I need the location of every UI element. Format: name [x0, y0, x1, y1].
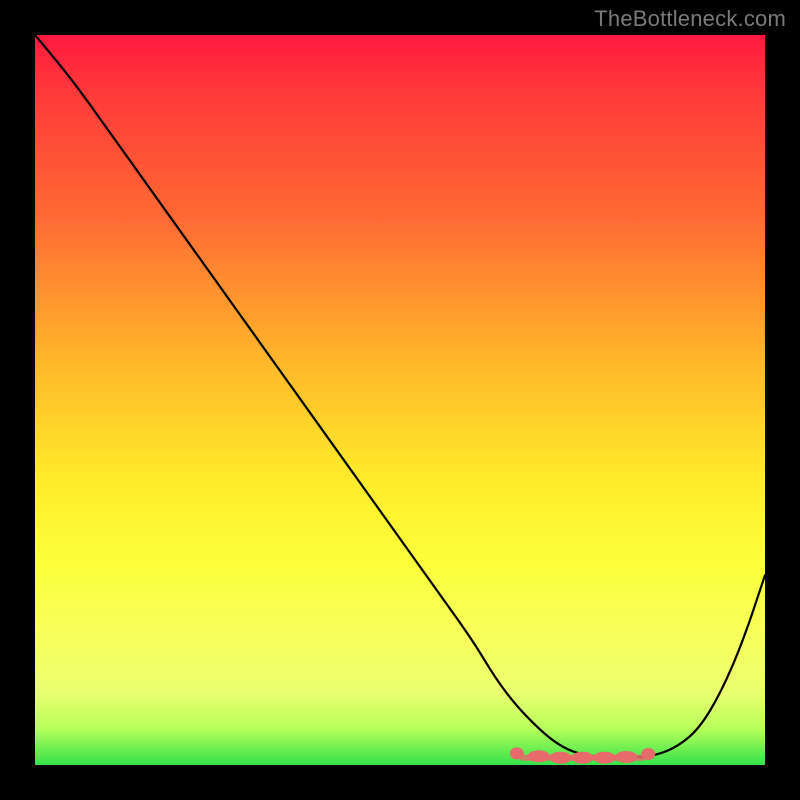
bottleneck-curve-line	[35, 35, 765, 758]
marker-dot	[593, 752, 615, 764]
optimal-range-markers	[510, 747, 655, 763]
marker-dot	[528, 750, 550, 762]
marker-dot	[510, 747, 524, 759]
plot-area	[35, 35, 765, 765]
marker-dot	[641, 748, 655, 760]
chart-svg	[35, 35, 765, 765]
marker-dot	[550, 752, 572, 764]
marker-dot	[572, 752, 594, 764]
chart-frame: TheBottleneck.com	[0, 0, 800, 800]
watermark-text: TheBottleneck.com	[594, 6, 786, 32]
marker-dot	[615, 751, 637, 763]
